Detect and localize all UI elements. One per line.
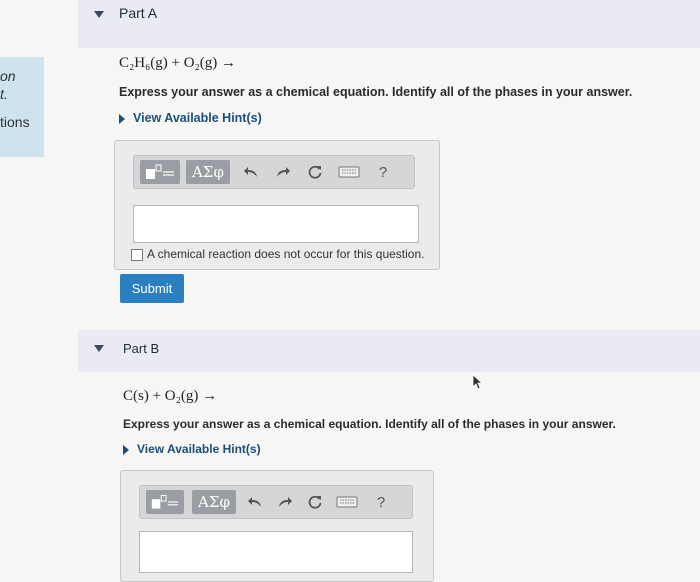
sidebar-fragment-3[interactable]: tions xyxy=(0,114,30,130)
part-b-answer-box: ΑΣφ ? xyxy=(120,470,434,582)
keyboard-button[interactable] xyxy=(334,486,360,518)
undo-icon xyxy=(244,167,257,177)
collapse-caret-icon[interactable] xyxy=(94,11,104,18)
part-b-instruction: Express your answer as a chemical equati… xyxy=(123,417,616,431)
no-reaction-checkbox[interactable] xyxy=(131,248,143,261)
no-reaction-label: A chemical reaction does not occur for t… xyxy=(147,247,425,261)
collapse-caret-icon[interactable] xyxy=(94,345,104,352)
redo-button[interactable] xyxy=(274,486,296,518)
part-a-instruction: Express your answer as a chemical equati… xyxy=(119,85,633,99)
templates-button[interactable] xyxy=(146,490,184,514)
part-a-hint-label: View Available Hint(s) xyxy=(133,111,262,125)
redo-button[interactable] xyxy=(272,156,294,188)
part-a-header[interactable] xyxy=(78,0,700,48)
part-a-answer-box: ΑΣφ ? A chemical reaction does not occur… xyxy=(114,140,440,270)
keyboard-icon xyxy=(338,166,360,178)
undo-button[interactable] xyxy=(244,486,266,518)
part-b-toolbar: ΑΣφ ? xyxy=(139,485,413,519)
keyboard-button[interactable] xyxy=(336,156,362,188)
part-a-toolbar: ΑΣφ ? xyxy=(133,155,415,189)
part-b-equation: C(s) + O₂(g) → xyxy=(123,388,218,404)
reset-icon xyxy=(308,165,322,179)
redo-icon xyxy=(279,497,292,507)
no-reaction-option[interactable]: A chemical reaction does not occur for t… xyxy=(131,247,424,261)
help-button[interactable]: ? xyxy=(372,156,394,188)
symbols-button[interactable]: ΑΣφ xyxy=(192,490,236,514)
reset-button[interactable] xyxy=(304,156,326,188)
sidebar-fragment-1: on xyxy=(0,68,16,84)
part-b-header[interactable] xyxy=(78,330,700,372)
part-b-hint-link[interactable]: View Available Hint(s) xyxy=(123,442,261,456)
mouse-cursor-icon xyxy=(472,374,484,390)
reset-icon xyxy=(308,495,322,509)
sidebar-fragment-2: t. xyxy=(0,86,8,102)
redo-icon xyxy=(277,167,290,177)
submit-button[interactable]: Submit xyxy=(120,274,184,303)
part-a-equation: C₂H₆(g) + O₂(g) → xyxy=(119,55,237,71)
expand-caret-icon xyxy=(123,444,129,455)
part-b-title[interactable]: Part B xyxy=(123,341,159,356)
template-icon xyxy=(151,494,179,509)
expand-caret-icon xyxy=(119,113,125,124)
part-a-hint-link[interactable]: View Available Hint(s) xyxy=(119,111,262,125)
undo-button[interactable] xyxy=(240,156,262,188)
keyboard-icon xyxy=(336,496,358,508)
templates-button[interactable] xyxy=(140,160,180,184)
undo-icon xyxy=(248,497,261,507)
part-a-answer-input[interactable] xyxy=(133,205,419,243)
part-b-answer-input[interactable] xyxy=(139,531,413,573)
template-icon xyxy=(146,164,174,179)
reset-button[interactable] xyxy=(304,486,326,518)
part-a-title[interactable]: Part A xyxy=(119,5,157,21)
help-button[interactable]: ? xyxy=(370,486,392,518)
part-b-hint-label: View Available Hint(s) xyxy=(137,442,261,456)
symbols-button[interactable]: ΑΣφ xyxy=(186,160,230,184)
